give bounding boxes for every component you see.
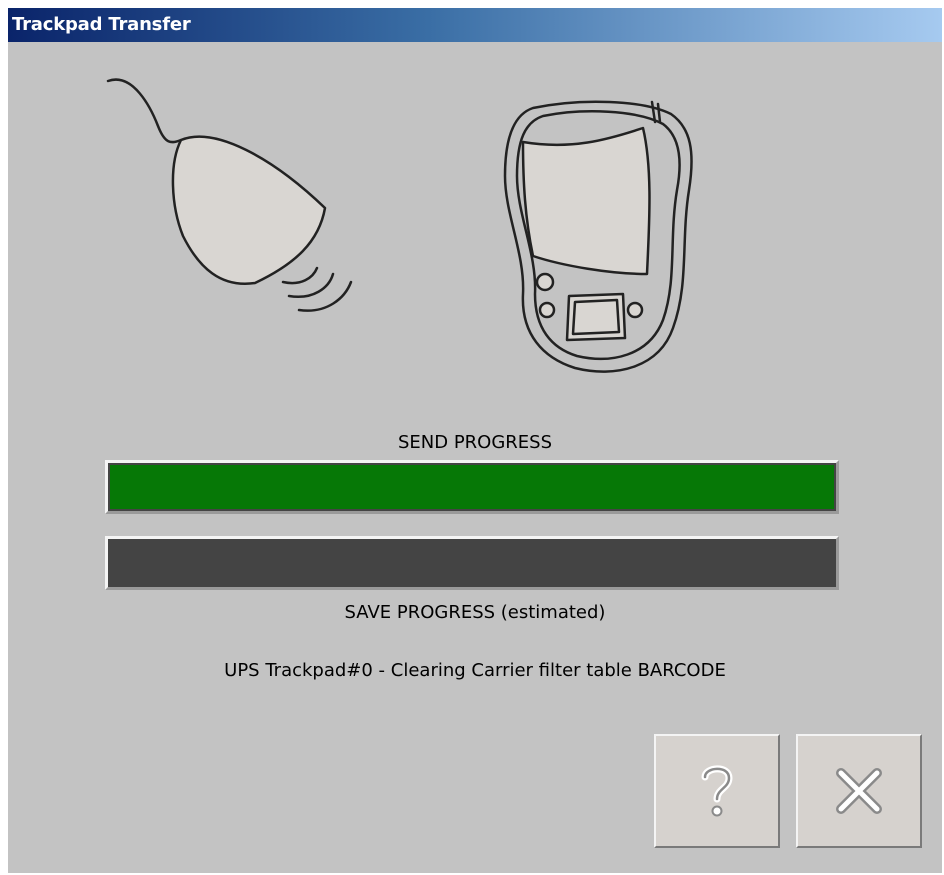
- save-progress-bar: [105, 536, 839, 590]
- question-mark-icon: [701, 765, 733, 817]
- scanner-icon: [106, 78, 353, 312]
- close-button[interactable]: [796, 734, 922, 848]
- handheld-device-icon: [503, 100, 693, 373]
- close-x-icon: [836, 768, 882, 814]
- title-bar[interactable]: Trackpad Transfer: [8, 8, 942, 42]
- window-title: Trackpad Transfer: [12, 14, 191, 35]
- status-text: UPS Trackpad#0 - Clearing Carrier filter…: [224, 660, 726, 681]
- send-progress-fill: [110, 465, 834, 509]
- transfer-illustration: [106, 78, 693, 373]
- send-progress-bar: [105, 460, 839, 514]
- send-progress-label: SEND PROGRESS: [397, 432, 553, 453]
- save-progress-label: SAVE PROGRESS (estimated): [344, 602, 606, 623]
- trackpad-transfer-window: Trackpad Transfer SEND PROGRESS SAVE PRO…: [8, 8, 942, 873]
- help-button[interactable]: [654, 734, 780, 848]
